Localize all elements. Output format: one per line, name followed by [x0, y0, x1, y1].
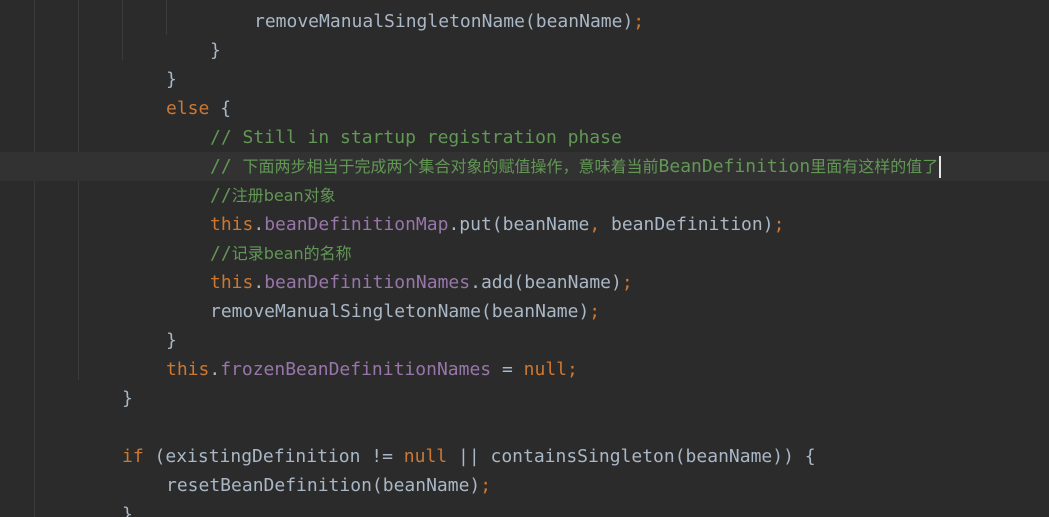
code-line[interactable]: this.beanDefinitionMap.put(beanName, bea…	[0, 210, 1049, 239]
code-token: }	[122, 504, 133, 517]
code-token: .	[253, 214, 265, 235]
code-line[interactable]	[0, 413, 1049, 442]
code-token: .	[253, 272, 265, 293]
code-token: ;	[480, 475, 492, 496]
code-token: (existingDefinition !=	[143, 446, 404, 467]
code-line[interactable]: }	[0, 384, 1049, 413]
code-line[interactable]: if (existingDefinition != null || contai…	[0, 442, 1049, 471]
code-token: .	[209, 359, 221, 380]
code-line-text: this.beanDefinitionNames.add(beanName);	[210, 268, 633, 297]
code-token: null	[403, 446, 448, 467]
code-editor[interactable]: removeManualSingletonName(beanName);}} el…	[0, 0, 1049, 517]
code-token: removeManualSingletonName(beanName)	[254, 11, 634, 32]
code-token: beanDefinitionMap	[264, 214, 449, 235]
code-line[interactable]: this.beanDefinitionNames.add(beanName);	[0, 268, 1049, 297]
code-token: {	[209, 98, 232, 119]
code-line-text: //记录bean的名称	[210, 239, 352, 268]
code-token: frozenBeanDefinitionNames	[220, 359, 492, 380]
code-line-text: resetBeanDefinition(beanName);	[166, 471, 491, 500]
code-token: //	[210, 243, 232, 264]
code-token: else	[166, 98, 210, 119]
code-line-text: if (existingDefinition != null || contai…	[122, 442, 816, 471]
code-token: ;	[621, 272, 633, 293]
code-token: removeManualSingletonName(beanName)	[210, 301, 590, 322]
code-token: if	[122, 446, 144, 467]
code-line-text: removeManualSingletonName(beanName);	[254, 7, 644, 36]
code-token: ;	[567, 359, 578, 380]
code-line-text: // Still in startup registration phase	[210, 123, 622, 152]
code-line-text: }	[166, 65, 177, 94]
code-token: }	[122, 388, 133, 409]
code-line-text: // 下面两步相当于完成两个集合对象的赋值操作，意味着当前BeanDefinit…	[210, 152, 938, 181]
code-line-text: }	[210, 36, 221, 65]
code-line-text: }	[122, 500, 133, 517]
code-token: null	[523, 359, 568, 380]
code-token: 里面有这样的值了	[810, 157, 939, 176]
code-line[interactable]: removeManualSingletonName(beanName);	[0, 7, 1049, 36]
code-line[interactable]: removeManualSingletonName(beanName);	[0, 297, 1049, 326]
code-line-text: removeManualSingletonName(beanName);	[210, 297, 600, 326]
code-token: ;	[773, 214, 785, 235]
code-token: }	[166, 69, 177, 90]
code-token: 注册bean对象	[231, 186, 336, 205]
code-line-text: else {	[166, 94, 231, 123]
code-line-text: }	[166, 326, 177, 355]
code-token: .put(beanName	[448, 214, 590, 235]
code-line-text: //注册bean对象	[210, 181, 336, 210]
code-line-text: }	[122, 384, 133, 413]
code-token: ,	[589, 214, 601, 235]
code-line[interactable]: }	[0, 500, 1049, 517]
code-token: .add(beanName)	[470, 272, 622, 293]
code-line[interactable]: //记录bean的名称	[0, 239, 1049, 268]
code-token: ;	[633, 11, 645, 32]
code-token: beanDefinitionNames	[264, 272, 471, 293]
code-token: }	[166, 330, 177, 351]
code-token: ;	[589, 301, 601, 322]
code-line[interactable]: //注册bean对象	[0, 181, 1049, 210]
code-token: 下面两步相当于完成两个集合对象的赋值操作，意味着当前	[242, 157, 659, 176]
code-token: this	[166, 359, 210, 380]
code-token: beanDefinition)	[600, 214, 774, 235]
code-token: =	[491, 359, 524, 380]
code-token: //	[210, 156, 243, 177]
code-line[interactable]: else {	[0, 94, 1049, 123]
code-token: resetBeanDefinition(beanName)	[166, 475, 481, 496]
code-line[interactable]: }	[0, 326, 1049, 355]
code-line[interactable]: this.frozenBeanDefinitionNames = null;	[0, 355, 1049, 384]
code-token: BeanDefinition	[658, 156, 811, 177]
code-token: // Still in startup registration phase	[210, 127, 622, 148]
code-token: this	[210, 214, 254, 235]
code-line[interactable]: }	[0, 65, 1049, 94]
text-caret	[939, 156, 941, 178]
code-token: 记录bean的名称	[231, 244, 352, 263]
code-line-text: this.frozenBeanDefinitionNames = null;	[166, 355, 578, 384]
code-token: this	[210, 272, 254, 293]
code-line[interactable]: }	[0, 36, 1049, 65]
code-line-current[interactable]: // 下面两步相当于完成两个集合对象的赋值操作，意味着当前BeanDefinit…	[0, 152, 1049, 181]
code-line[interactable]: resetBeanDefinition(beanName);	[0, 471, 1049, 500]
code-token: || containsSingleton(beanName)) {	[447, 446, 816, 467]
code-line[interactable]: // Still in startup registration phase	[0, 123, 1049, 152]
code-token: }	[210, 40, 221, 61]
code-line-text: this.beanDefinitionMap.put(beanName, bea…	[210, 210, 784, 239]
code-token: //	[210, 185, 232, 206]
